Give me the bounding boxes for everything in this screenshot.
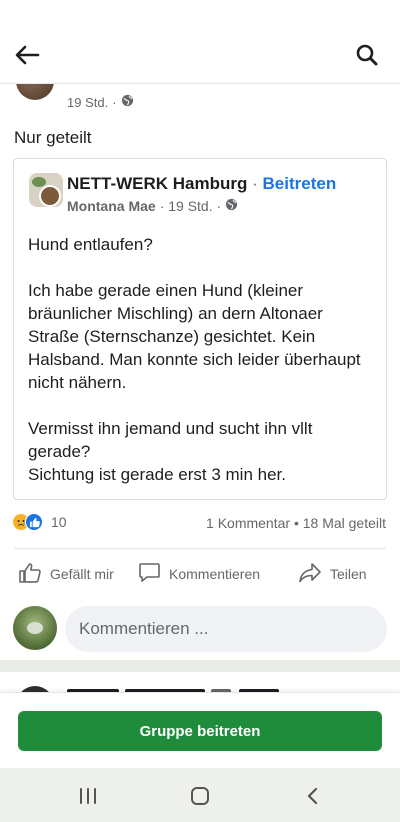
post-line: Sichtung ist gerade erst 3 min her. xyxy=(28,465,286,484)
group-title-line: NETT-WERK Hamburg · Beitreten xyxy=(67,174,336,194)
search-icon[interactable] xyxy=(352,40,382,70)
arrow-left-icon[interactable] xyxy=(12,40,42,70)
join-group-bar: Gruppe beitreten xyxy=(0,692,400,768)
comment-input[interactable] xyxy=(65,606,387,652)
reactions-summary[interactable]: 10 xyxy=(12,513,67,531)
sharer-time: 19 Std. xyxy=(67,94,109,110)
share-button[interactable]: Teilen xyxy=(298,560,367,588)
post-actions: Gefällt mir Kommentieren Teilen xyxy=(0,560,400,588)
post-stats[interactable]: 1 Kommentar • 18 Mal geteilt xyxy=(206,515,386,531)
post-line: Vermisst ihn jemand und sucht ihn vllt g… xyxy=(28,419,313,461)
join-group-button[interactable]: Gruppe beitreten xyxy=(18,711,382,751)
like-label: Gefällt mir xyxy=(50,566,114,582)
group-avatar[interactable] xyxy=(29,173,63,207)
post-meta: Montana Mae · 19 Std. · xyxy=(67,198,238,214)
home-icon[interactable] xyxy=(186,782,214,810)
title-separator: · xyxy=(252,174,258,193)
comment-icon xyxy=(138,562,161,587)
shared-post-card[interactable]: NETT-WERK Hamburg · Beitreten Montana Ma… xyxy=(13,158,387,500)
post-author[interactable]: Montana Mae xyxy=(67,198,156,214)
recents-icon[interactable] xyxy=(74,782,102,810)
system-navigation-bar xyxy=(0,768,400,822)
reaction-count: 10 xyxy=(51,514,67,530)
comment-label: Kommentieren xyxy=(169,566,261,582)
globe-icon xyxy=(121,94,134,110)
thumbs-up-icon xyxy=(18,562,42,587)
post-time: · 19 Std. · xyxy=(159,198,222,214)
like-reaction-icon xyxy=(25,513,43,531)
sharer-meta: 19 Std. · xyxy=(67,94,134,110)
divider xyxy=(14,548,386,549)
top-app-bar xyxy=(0,0,400,84)
share-icon xyxy=(298,562,322,587)
comment-button[interactable]: Kommentieren xyxy=(138,560,260,588)
current-user-avatar[interactable] xyxy=(13,606,57,650)
share-caption: Nur geteilt xyxy=(14,128,92,147)
comment-composer xyxy=(0,604,400,654)
join-link[interactable]: Beitreten xyxy=(263,174,337,193)
share-label: Teilen xyxy=(330,566,367,582)
group-name[interactable]: NETT-WERK Hamburg xyxy=(67,174,247,193)
post-line: Hund entlaufen? xyxy=(28,235,153,254)
feed-separator xyxy=(0,660,400,672)
post-body: Hund entlaufen? Ich habe gerade einen Hu… xyxy=(28,233,378,486)
like-button[interactable]: Gefällt mir xyxy=(18,560,114,588)
globe-icon xyxy=(225,198,238,214)
back-chevron-icon[interactable] xyxy=(298,782,326,810)
post-line: Ich habe gerade einen Hund (kleiner bräu… xyxy=(28,281,361,392)
